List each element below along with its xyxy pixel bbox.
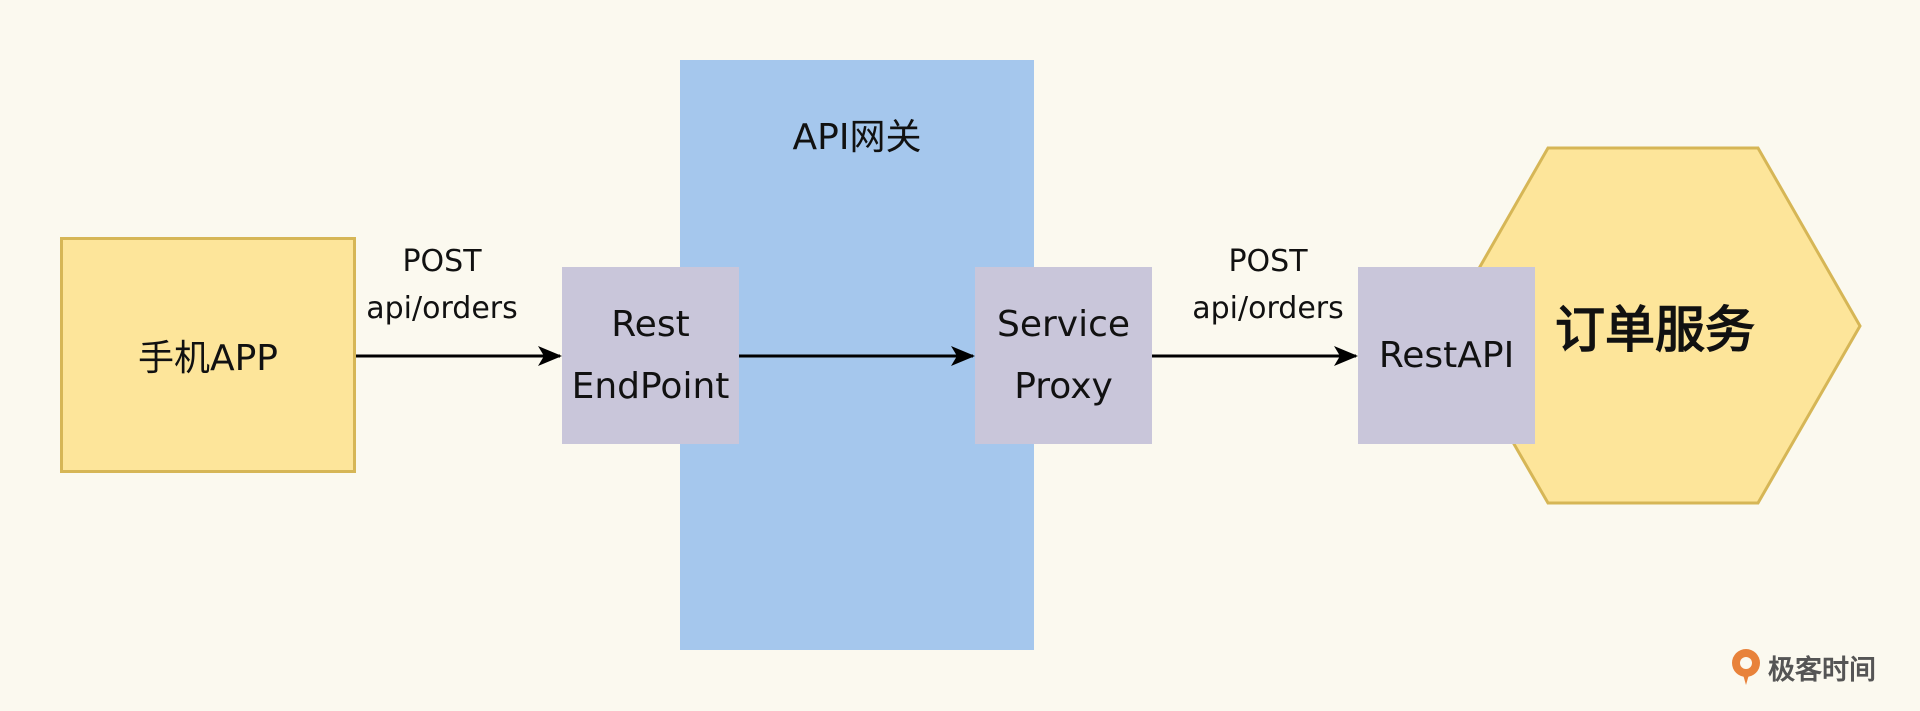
- arrow1-label-text: POST api/orders: [366, 244, 518, 326]
- geektime-watermark: 极客时间: [1728, 647, 1876, 687]
- arrow1-label: POST api/orders: [342, 238, 542, 332]
- geektime-logo-icon: [1732, 649, 1760, 685]
- arrows-layer: [356, 346, 1358, 366]
- arrow2-label: POST api/orders: [1168, 238, 1368, 332]
- watermark-text: 极客时间: [1768, 654, 1876, 686]
- arrow2-label-text: POST api/orders: [1192, 244, 1344, 326]
